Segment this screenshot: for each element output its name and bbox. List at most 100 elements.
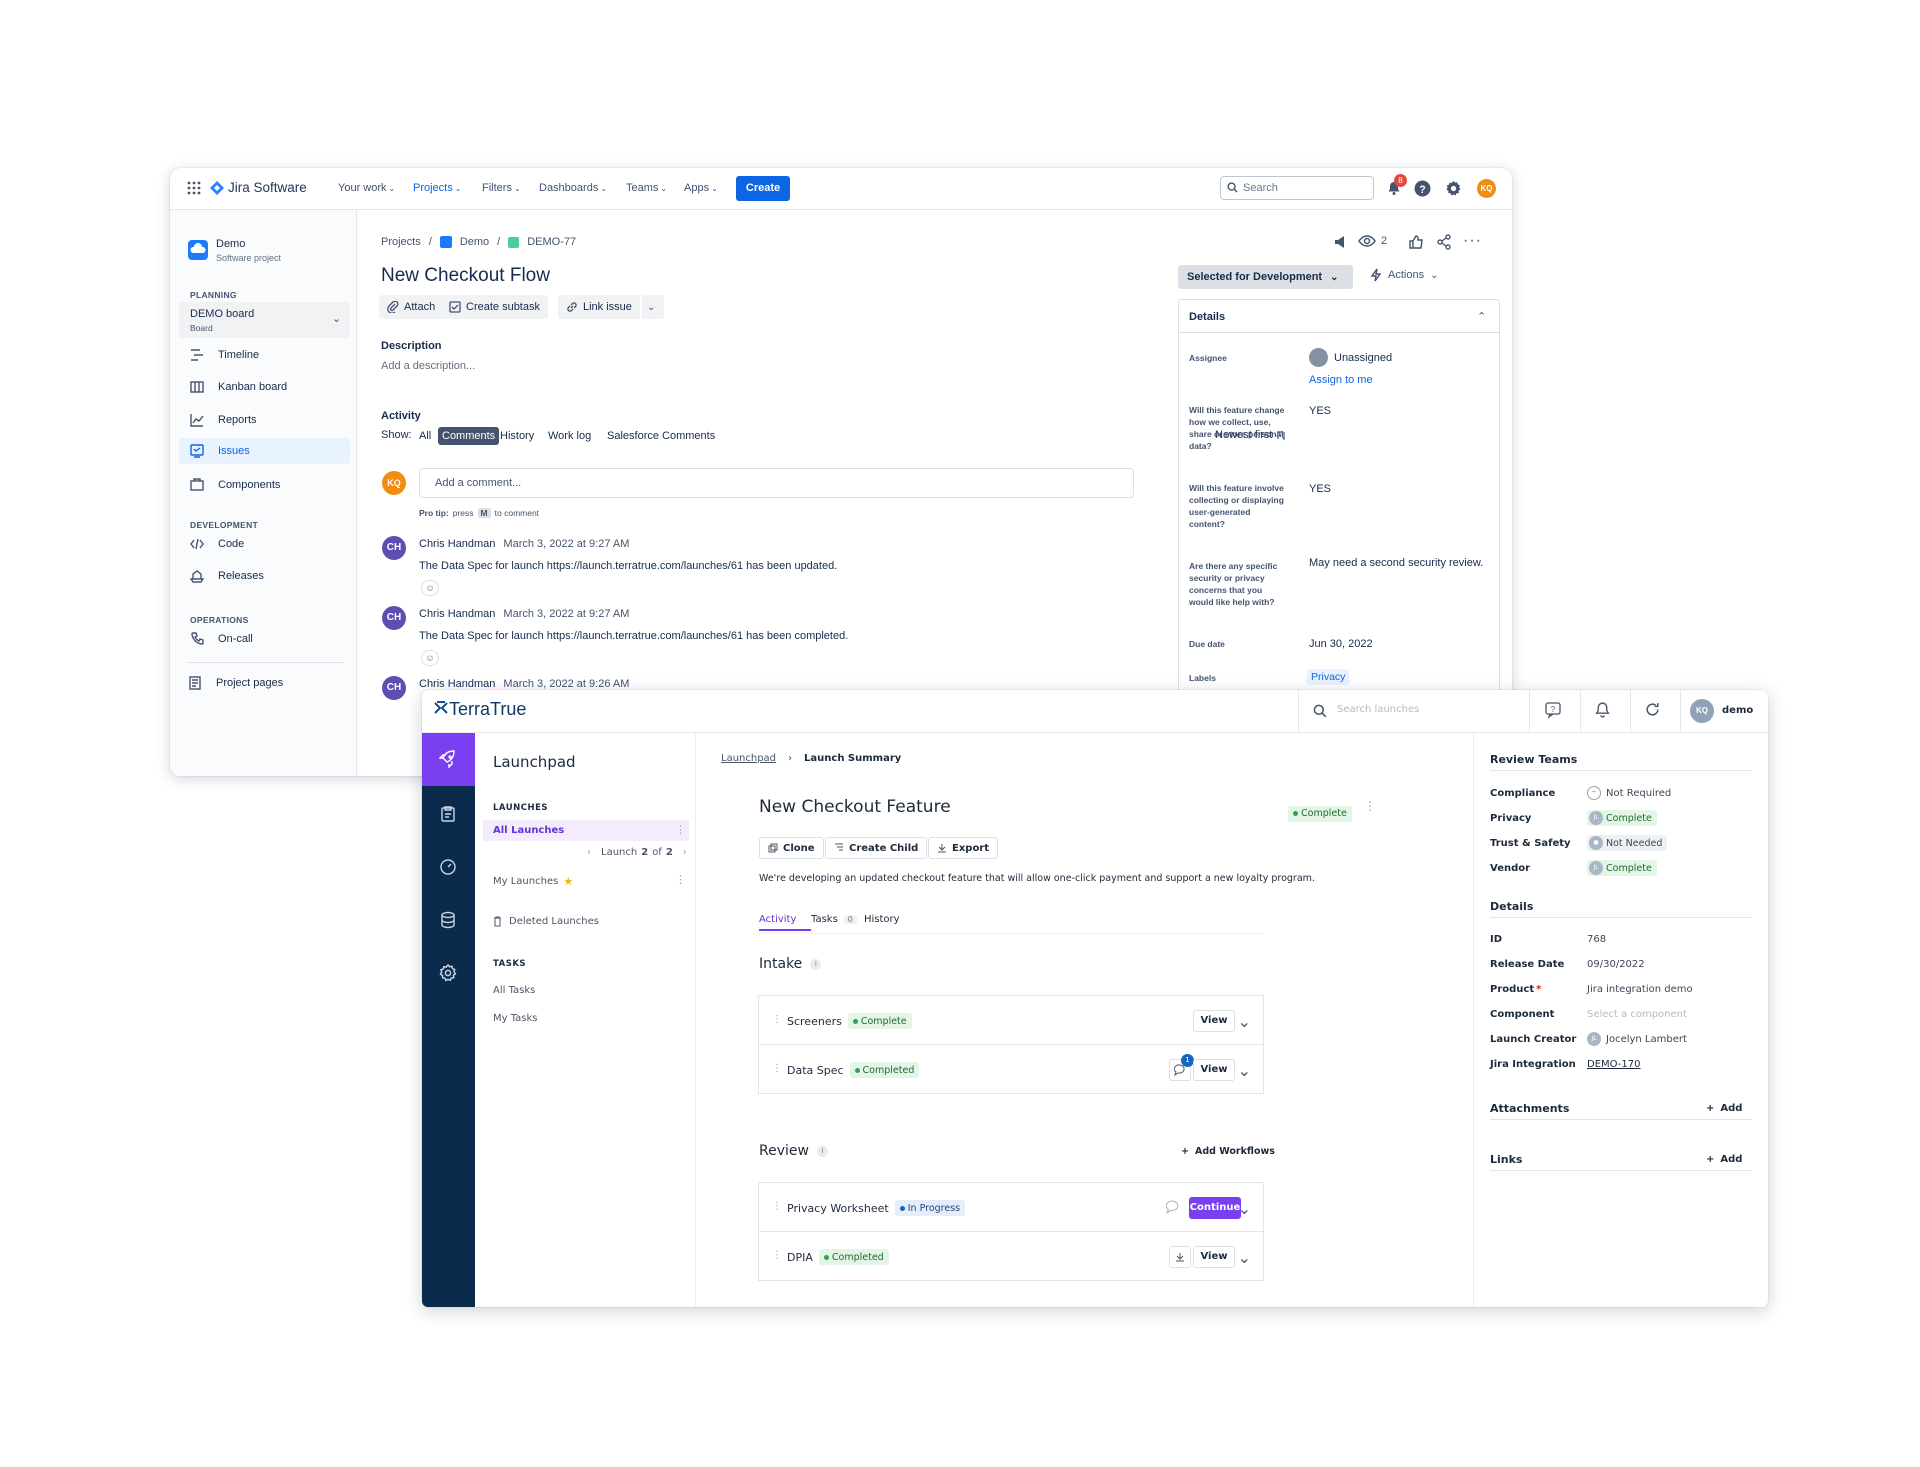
team-trust-safety-status[interactable]: ● Not Needed: [1587, 835, 1668, 851]
answer-security[interactable]: May need a second security review.: [1309, 556, 1489, 570]
sidebar-item-releases[interactable]: Releases: [190, 563, 264, 589]
comment-icon[interactable]: [1166, 1200, 1180, 1214]
add-link-button[interactable]: + Add: [1706, 1154, 1742, 1165]
comment-input[interactable]: Add a comment...: [419, 468, 1134, 498]
user-name[interactable]: demo: [1722, 705, 1753, 716]
drag-handle-icon[interactable]: ⋮: [772, 1014, 782, 1025]
user-avatar[interactable]: KQ: [1477, 179, 1496, 198]
tab-activity[interactable]: Activity: [759, 914, 796, 925]
add-workflows-button[interactable]: + Add Workflows: [1181, 1146, 1275, 1157]
kebab-icon[interactable]: ⋮: [1364, 799, 1376, 813]
attach-button[interactable]: Attach: [379, 295, 444, 319]
label-tag[interactable]: Privacy: [1307, 669, 1350, 685]
user-avatar[interactable]: KQ: [1690, 699, 1714, 723]
view-button[interactable]: View: [1193, 1246, 1235, 1268]
drag-handle-icon[interactable]: ⋮: [772, 1201, 782, 1212]
terratrue-brand[interactable]: TerraTrue: [449, 699, 526, 720]
comments-button[interactable]: 1: [1169, 1054, 1194, 1081]
field-product-value[interactable]: Jira integration demo: [1587, 984, 1693, 995]
nav-my-tasks[interactable]: My Tasks: [493, 1013, 538, 1024]
field-id-value[interactable]: 768: [1587, 934, 1606, 945]
kebab-icon[interactable]: ⋮: [675, 823, 686, 836]
jira-brand[interactable]: Jira Software: [228, 180, 307, 195]
tab-comments[interactable]: Comments: [438, 427, 500, 445]
answer-ugc[interactable]: YES: [1309, 482, 1331, 496]
search-input[interactable]: Search: [1220, 176, 1374, 200]
comment-date[interactable]: March 3, 2022 at 9:26 AM: [503, 678, 629, 690]
feedback-icon[interactable]: [1333, 234, 1349, 250]
sidebar-item-reports[interactable]: Reports: [190, 407, 257, 433]
nav-your-work[interactable]: Your work ⌄: [338, 182, 395, 194]
field-release-date-value[interactable]: 09/30/2022: [1587, 959, 1645, 970]
team-privacy-status[interactable]: JL Complete: [1587, 810, 1657, 826]
sidebar-item-timeline[interactable]: Timeline: [190, 342, 259, 368]
workflow-card-data-spec[interactable]: ⋮ Data Spec Completed 1 View ⌄: [758, 1044, 1264, 1094]
assignee-field[interactable]: Unassigned: [1309, 348, 1392, 367]
more-actions-dropdown[interactable]: ⌄: [642, 295, 664, 319]
tab-work-log[interactable]: Work log: [544, 427, 595, 445]
settings-icon[interactable]: [1445, 180, 1462, 197]
chevron-down-icon[interactable]: ⌄: [1238, 1061, 1251, 1080]
nav-deleted-launches[interactable]: Deleted Launches: [493, 916, 599, 927]
description-field[interactable]: Add a description...: [381, 360, 475, 372]
workflow-card-dpia[interactable]: ⋮ DPIA Completed View ⌄: [758, 1231, 1264, 1281]
status-dropdown[interactable]: Selected for Development ⌄: [1178, 265, 1353, 289]
tab-all[interactable]: All: [415, 427, 435, 445]
create-subtask-button[interactable]: Create subtask: [441, 295, 548, 319]
add-attachment-button[interactable]: + Add: [1706, 1103, 1742, 1114]
export-button[interactable]: Export: [928, 837, 999, 859]
nav-all-launches[interactable]: All Launches ⋮: [483, 820, 689, 841]
help-icon[interactable]: ?: [1414, 180, 1431, 197]
clone-button[interactable]: Clone: [759, 837, 824, 859]
breadcrumb-demo[interactable]: Demo: [460, 236, 489, 248]
breadcrumb-projects[interactable]: Projects: [381, 236, 421, 248]
launch-title[interactable]: New Checkout Feature: [759, 797, 951, 817]
view-button[interactable]: View: [1193, 1010, 1235, 1032]
more-options-icon[interactable]: ···: [1463, 232, 1482, 250]
tab-salesforce-comments[interactable]: Salesforce Comments: [603, 427, 719, 445]
tab-history[interactable]: History: [496, 427, 538, 445]
tab-tasks[interactable]: Tasks 0: [811, 914, 857, 925]
chevron-down-icon[interactable]: ⌄: [1238, 1199, 1251, 1218]
chevron-left-icon[interactable]: ‹: [587, 847, 591, 858]
sidebar-item-oncall[interactable]: On-call: [190, 626, 253, 652]
chevron-down-icon[interactable]: ⌄: [1238, 1012, 1251, 1031]
project-name[interactable]: Demo: [216, 238, 245, 250]
database-icon[interactable]: [439, 911, 457, 929]
comment-date[interactable]: March 3, 2022 at 9:27 AM: [503, 608, 629, 620]
info-icon[interactable]: i: [810, 958, 822, 970]
create-child-button[interactable]: Create Child: [825, 837, 928, 859]
workflow-card-privacy-worksheet[interactable]: ⋮ Privacy Worksheet In Progress Continue…: [758, 1182, 1264, 1232]
clipboard-icon[interactable]: [439, 805, 457, 823]
breadcrumb-issue-key[interactable]: DEMO-77: [527, 236, 576, 248]
sidebar-item-issues[interactable]: Issues: [179, 438, 350, 464]
search-launches-input[interactable]: Search launches: [1337, 704, 1419, 715]
board-selector[interactable]: DEMO board Board ⌄: [179, 302, 350, 338]
create-button[interactable]: Create: [736, 176, 790, 201]
due-date-value[interactable]: Jun 30, 2022: [1309, 637, 1373, 651]
view-button[interactable]: View: [1193, 1059, 1235, 1081]
comment-author[interactable]: Chris Handman: [419, 538, 495, 550]
sidebar-item-project-pages[interactable]: Project pages: [188, 670, 283, 696]
link-issue-button[interactable]: Link issue: [558, 295, 640, 319]
gauge-icon[interactable]: [439, 858, 457, 876]
chevron-right-icon[interactable]: ›: [683, 847, 687, 858]
chevron-down-icon[interactable]: ⌄: [1238, 1248, 1251, 1267]
tab-history[interactable]: History: [864, 914, 900, 925]
share-icon[interactable]: [1436, 234, 1452, 250]
add-reaction-icon[interactable]: ☺: [421, 650, 439, 666]
info-icon[interactable]: i: [816, 1145, 828, 1157]
watchers[interactable]: 2: [1358, 234, 1387, 248]
nav-all-tasks[interactable]: All Tasks: [493, 985, 535, 996]
nav-dashboards[interactable]: Dashboards ⌄: [539, 182, 607, 194]
continue-button[interactable]: Continue: [1189, 1197, 1241, 1219]
team-compliance-status[interactable]: – Not Required: [1587, 786, 1671, 800]
assign-to-me-link[interactable]: Assign to me: [1309, 373, 1373, 387]
bell-icon[interactable]: [1594, 701, 1611, 718]
sidebar-item-kanban[interactable]: Kanban board: [190, 374, 287, 400]
sidebar-item-code[interactable]: Code: [190, 531, 244, 557]
comment-date[interactable]: March 3, 2022 at 9:27 AM: [503, 538, 629, 550]
app-switcher-icon[interactable]: [187, 181, 201, 195]
nav-apps[interactable]: Apps ⌄: [684, 182, 718, 194]
details-header[interactable]: Details ⌃: [1179, 300, 1499, 333]
